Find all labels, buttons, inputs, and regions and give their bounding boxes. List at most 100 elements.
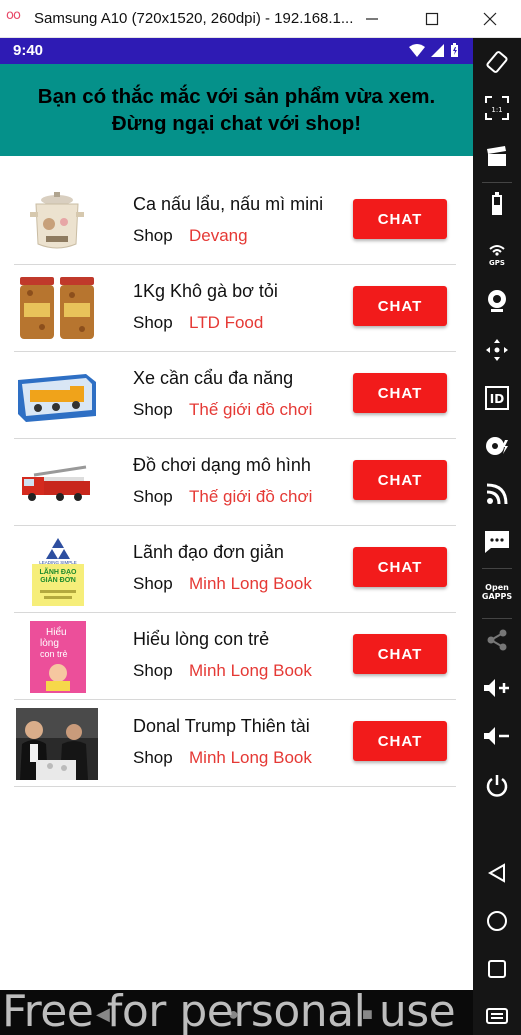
- list-item: Đồ chơi dạng mô hình Shop Thế giới đồ ch…: [14, 439, 456, 526]
- product-name[interactable]: Xe cần cẩu đa năng: [133, 368, 293, 389]
- chat-button[interactable]: CHAT: [353, 373, 447, 413]
- product-name[interactable]: Đồ chơi dạng mô hình: [133, 455, 311, 476]
- shop-label: Shop: [133, 487, 173, 506]
- minimize-icon: [366, 18, 378, 20]
- camera-button[interactable]: [473, 281, 521, 321]
- book-cover-top-text: LEADING SIMPLE: [39, 560, 77, 565]
- clapperboard-icon: [487, 146, 506, 166]
- maximize-button[interactable]: [412, 4, 452, 34]
- pixel-perfect-button[interactable]: 1:1: [473, 88, 521, 128]
- book-cover-title-line1: LÃNH ĐẠO: [40, 567, 77, 576]
- menu-button[interactable]: [473, 995, 521, 1035]
- product-image-leadership-book: LEADING SIMPLE LÃNH ĐẠO GIẢN ĐƠN: [16, 534, 98, 606]
- shop-name-link[interactable]: Minh Long Book: [189, 574, 312, 594]
- shop-label: Shop: [133, 748, 173, 767]
- shop-label: Shop: [133, 400, 173, 419]
- shop-name-link[interactable]: Devang: [189, 226, 248, 246]
- product-image-trump-book: [16, 708, 98, 780]
- shop-name-link[interactable]: Minh Long Book: [189, 748, 312, 768]
- id-icon: ID: [485, 386, 509, 410]
- list-item: LEADING SIMPLE LÃNH ĐẠO GIẢN ĐƠN Lãnh đạ…: [14, 526, 456, 613]
- back-button[interactable]: [473, 853, 521, 893]
- shop-label: Shop: [133, 313, 173, 332]
- shop-name-link[interactable]: Thế giới đồ chơi: [189, 400, 312, 420]
- emulator-title-bar: oo Samsung A10 (720x1520, 260dpi) - 192.…: [0, 0, 521, 38]
- product-image-crane-truck: [16, 360, 98, 432]
- emulator-toolbar: 1:1 GPS ID Open GAPPS: [473, 38, 521, 1035]
- back-triangle-icon: [487, 863, 505, 883]
- chat-button[interactable]: CHAT: [353, 286, 447, 326]
- genymotion-logo-icon: oo: [6, 8, 21, 23]
- product-name[interactable]: Hiểu lòng con trẻ: [133, 629, 269, 650]
- close-icon: [483, 12, 497, 26]
- chat-button[interactable]: CHAT: [353, 547, 447, 587]
- product-image-kids-book: Hiểu lòng con trẻ: [16, 621, 98, 693]
- minimize-button[interactable]: [352, 4, 392, 34]
- id-label: ID: [490, 392, 504, 406]
- shop-name-link[interactable]: Thế giới đồ chơi: [189, 487, 312, 507]
- close-button[interactable]: [470, 4, 510, 34]
- product-name[interactable]: Ca nấu lẩu, nấu mì mini: [133, 194, 323, 215]
- disk-icon: [486, 437, 508, 455]
- shop-label: Shop: [133, 661, 173, 680]
- watermark-strip: ◀ ● ■ Free for personal use: [0, 990, 473, 1035]
- chat-button[interactable]: CHAT: [353, 634, 447, 674]
- shop-name-link[interactable]: Minh Long Book: [189, 661, 312, 681]
- power-icon: [486, 775, 508, 797]
- open-gapps-label: Open GAPPS: [481, 583, 513, 601]
- shop-label: Shop: [133, 226, 173, 245]
- move-button[interactable]: [473, 330, 521, 370]
- volume-up-icon: [484, 679, 509, 697]
- book-cover-title-line1: Hiểu: [46, 626, 67, 638]
- power-button[interactable]: [473, 766, 521, 806]
- signal-icon: [431, 43, 444, 57]
- maximize-icon: [425, 12, 439, 26]
- product-name[interactable]: Donal Trump Thiên tài: [133, 716, 310, 737]
- volume-down-icon: [484, 727, 509, 745]
- wifi-icon: [409, 43, 425, 57]
- battery-button[interactable]: [473, 184, 521, 224]
- rotate-button[interactable]: [473, 42, 521, 82]
- header-title: Bạn có thắc mắc với sản phẩm vừa xem. Đừ…: [37, 85, 436, 135]
- webcam-icon: [488, 290, 506, 312]
- message-icon: [485, 531, 509, 553]
- product-image-fire-truck: [16, 447, 98, 519]
- recent-apps-button[interactable]: [473, 949, 521, 989]
- window-title: Samsung A10 (720x1520, 260dpi) - 192.168…: [34, 10, 354, 27]
- gps-icon: GPS: [489, 245, 505, 267]
- home-button[interactable]: [473, 901, 521, 941]
- share-button[interactable]: [473, 620, 521, 660]
- screencast-button[interactable]: [473, 136, 521, 176]
- chat-button[interactable]: CHAT: [353, 199, 447, 239]
- list-item: Ca nấu lẩu, nấu mì mini Shop Devang CHAT: [14, 178, 456, 265]
- open-gapps-button[interactable]: Open GAPPS: [473, 572, 521, 612]
- pixel-perfect-icon: 1:1: [485, 96, 509, 120]
- status-time: 9:40: [13, 42, 44, 59]
- sms-button[interactable]: [473, 522, 521, 562]
- product-image-dried-chicken: [16, 273, 98, 345]
- home-circle-icon: [487, 911, 507, 931]
- recent-apps-icon: [488, 960, 506, 978]
- product-name[interactable]: 1Kg Khô gà bơ tỏi: [133, 281, 278, 302]
- chat-button[interactable]: CHAT: [353, 721, 447, 761]
- list-item: Hiểu lòng con trẻ Hiểu lòng con trẻ Shop…: [14, 613, 456, 700]
- list-item: 1Kg Khô gà bơ tỏi Shop LTD Food CHAT: [14, 265, 456, 352]
- shop-name-link[interactable]: LTD Food: [189, 313, 263, 333]
- book-cover-title-line2: GIẢN ĐƠN: [40, 575, 76, 584]
- network-button[interactable]: [473, 474, 521, 514]
- device-id-button[interactable]: ID: [473, 378, 521, 418]
- volume-up-button[interactable]: [473, 668, 521, 708]
- volume-down-button[interactable]: [473, 716, 521, 756]
- product-name[interactable]: Lãnh đạo đơn giản: [133, 542, 284, 563]
- chat-button[interactable]: CHAT: [353, 460, 447, 500]
- book-cover-title-line2: lòng: [40, 638, 59, 649]
- battery-icon: [492, 192, 502, 215]
- gps-button[interactable]: GPS: [473, 234, 521, 274]
- rss-icon: [486, 483, 508, 505]
- share-icon: [487, 629, 507, 651]
- menu-icon: [486, 1008, 508, 1024]
- android-status-bar: 9:40: [0, 38, 473, 64]
- book-cover-title-line3: con trẻ: [40, 649, 68, 659]
- disk-io-button[interactable]: [473, 426, 521, 466]
- battery-icon: [451, 43, 458, 57]
